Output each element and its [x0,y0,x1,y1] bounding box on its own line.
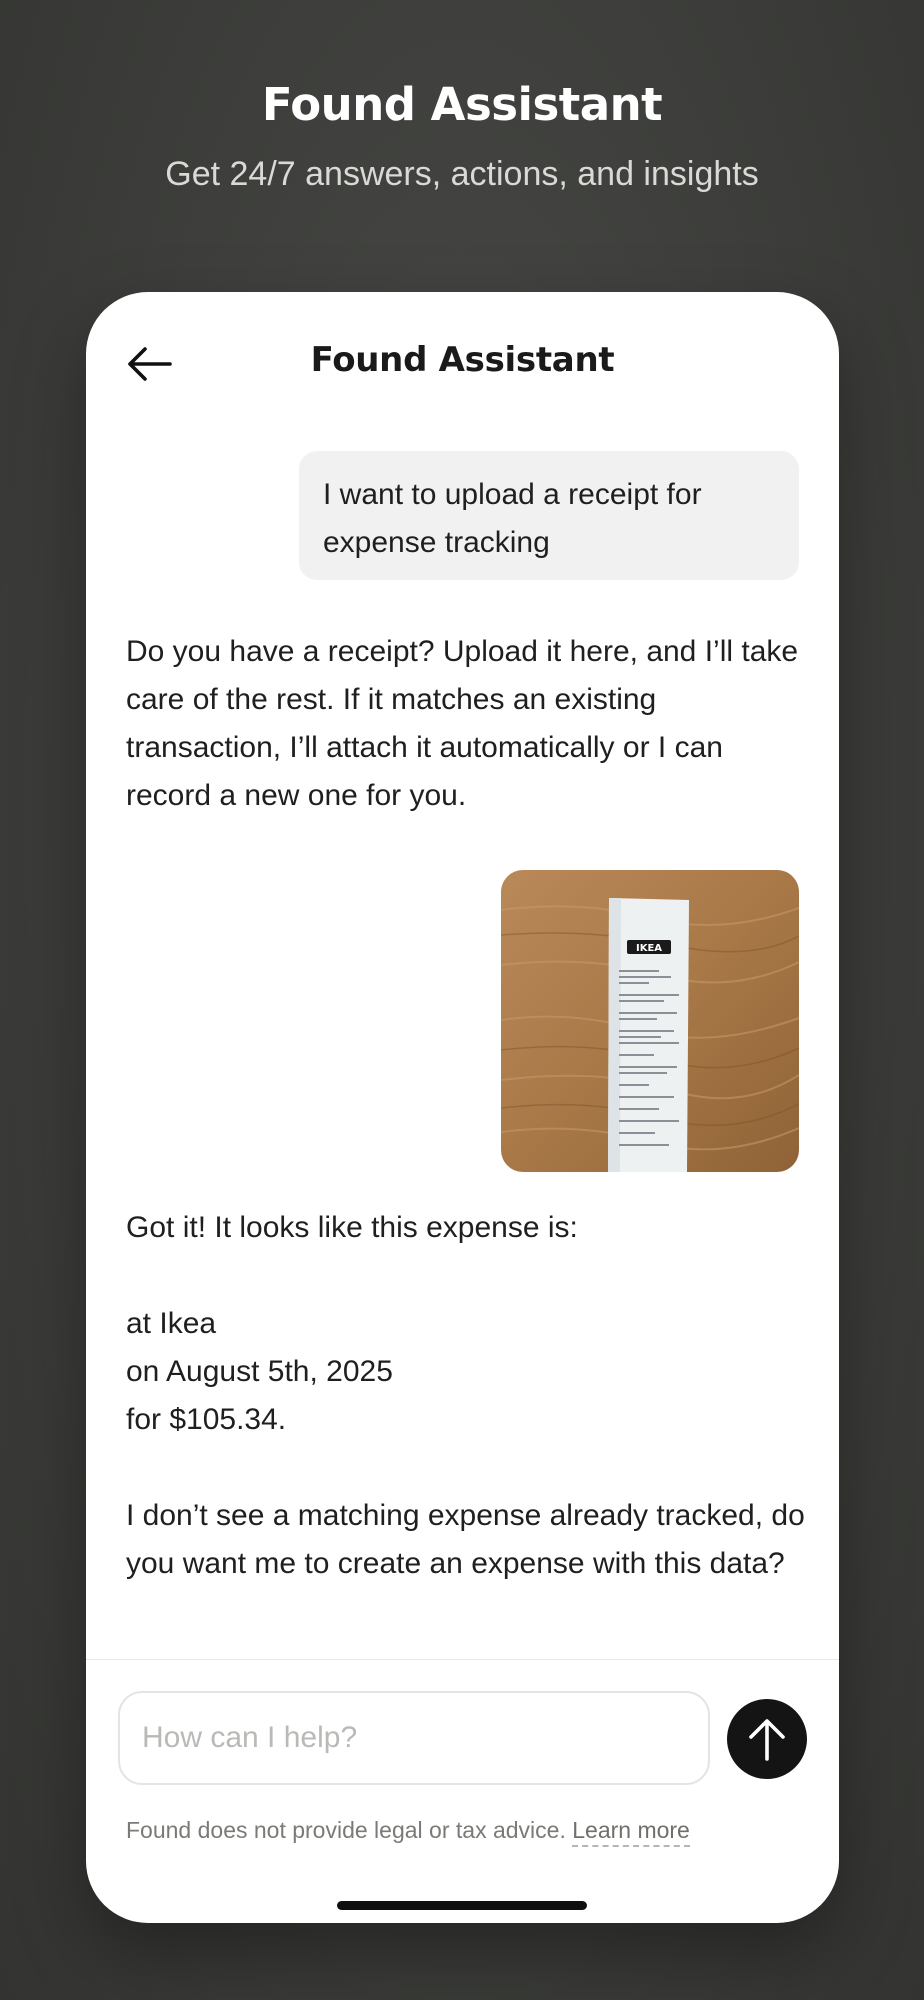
page-title: Found Assistant [310,340,615,380]
send-button[interactable] [727,1699,807,1779]
arrow-up-icon [749,1719,785,1761]
expense-merchant: at Ikea [126,1307,217,1340]
home-indicator[interactable] [337,1901,587,1910]
expense-intro: Got it! It looks like this expense is: [126,1211,578,1244]
user-message: I want to upload a receipt for expense t… [299,451,799,580]
disclaimer: Found does not provide legal or tax advi… [126,1817,690,1847]
disclaimer-text: Found does not provide legal or tax advi… [126,1817,566,1843]
chat-header: Found Assistant [86,292,839,422]
expense-question: I don’t see a matching expense already t… [126,1499,805,1580]
expense-date: on August 5th, 2025 [126,1355,393,1388]
hero-subtitle: Get 24/7 answers, actions, and insights [165,155,759,193]
phone-screen: Found Assistant I want to upload a recei… [86,292,839,1923]
hero-title: Found Assistant [261,78,663,131]
learn-more-link[interactable]: Learn more [572,1817,690,1847]
assistant-message: Do you have a receipt? Upload it here, a… [126,635,799,812]
chat-input[interactable] [118,1691,710,1785]
assistant-message: Got it! It looks like this expense is: a… [126,1204,806,1588]
expense-amount: for $105.34. [126,1403,287,1436]
receipt-photo[interactable]: IKEA [501,870,799,1172]
composer-divider [86,1659,839,1660]
receipt-logo-text: IKEA [636,943,662,954]
